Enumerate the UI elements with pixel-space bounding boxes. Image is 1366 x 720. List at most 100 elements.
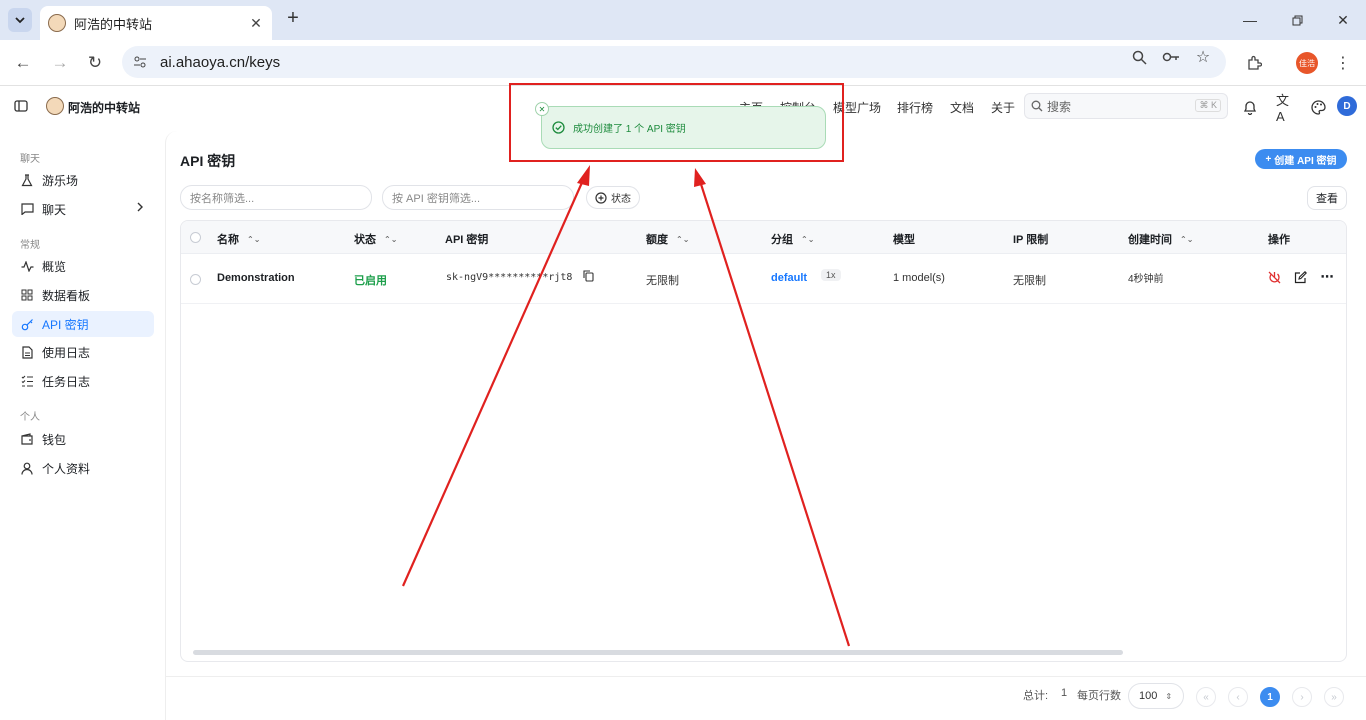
sidebar-toggle-icon[interactable] <box>14 99 30 115</box>
next-page-button[interactable]: › <box>1292 687 1312 707</box>
horizontal-scrollbar[interactable] <box>193 650 1123 655</box>
search-shortcut: ⌘ K <box>1195 99 1221 112</box>
page-size-select[interactable]: 100 ⇕ <box>1128 683 1184 709</box>
key-filter-input[interactable]: 按 API 密钥筛选... <box>382 185 574 210</box>
minimize-icon[interactable]: — <box>1240 10 1260 30</box>
sidebar-item-dashboard[interactable]: 数据看板 <box>12 282 154 308</box>
table-row[interactable]: Demonstration 已启用 sk-ngV9**********rjt8 … <box>181 254 1346 304</box>
col-name[interactable]: 名称 ⌃⌄ <box>217 231 260 247</box>
col-ip-limit-label: IP 限制 <box>1013 234 1049 246</box>
group-ratio-badge: 1x <box>821 269 841 281</box>
col-created[interactable]: 创建时间 ⌃⌄ <box>1128 231 1193 247</box>
sort-icon: ⌃⌄ <box>247 234 261 244</box>
status-filter-button[interactable]: 状态 <box>586 186 640 209</box>
browser-tab-active[interactable]: 阿浩的中转站 ✕ <box>40 6 272 40</box>
col-model: 模型 <box>893 231 915 247</box>
plus-icon: + <box>1265 153 1272 165</box>
nav-leaderboard[interactable]: 排行榜 <box>897 99 933 116</box>
nav-docs[interactable]: 文档 <box>950 99 974 116</box>
sidebar-item-label: 概览 <box>42 259 67 274</box>
col-api-key: API 密钥 <box>445 231 488 247</box>
forward-arrow-icon[interactable]: → <box>49 52 71 74</box>
create-api-key-button[interactable]: + 创建 API 密钥 <box>1255 149 1347 169</box>
sidebar-item-label: 数据看板 <box>42 288 91 303</box>
address-bar[interactable]: ai.ahaoya.cn/keys <box>122 46 1226 78</box>
name-filter-input[interactable]: 按名称筛选... <box>180 185 372 210</box>
key-icon <box>20 317 34 331</box>
grid-icon <box>20 288 34 302</box>
browser-menu-icon[interactable]: ⋮ <box>1332 52 1354 74</box>
sidebar-item-overview[interactable]: 概览 <box>12 253 154 279</box>
create-api-key-label: 创建 API 密钥 <box>1274 155 1337 167</box>
prev-page-button[interactable]: ‹ <box>1228 687 1248 707</box>
total-count: 1 <box>1061 687 1068 699</box>
created-time: 4秒钟前 <box>1128 274 1164 285</box>
password-key-icon[interactable] <box>1162 48 1180 66</box>
document-icon <box>20 345 34 359</box>
restore-icon[interactable] <box>1287 10 1307 30</box>
sidebar-item-api-keys[interactable]: API 密钥 <box>12 311 154 337</box>
select-all-checkbox[interactable] <box>190 232 201 243</box>
col-quota[interactable]: 额度 ⌃⌄ <box>646 231 689 247</box>
extensions-icon[interactable] <box>1243 52 1265 74</box>
edit-icon[interactable] <box>1293 270 1307 284</box>
profile-avatar[interactable]: 佳浩 <box>1296 52 1318 74</box>
palette-icon[interactable] <box>1309 98 1327 116</box>
sidebar-item-playground[interactable]: 游乐场 <box>12 167 154 193</box>
activity-icon <box>20 259 34 273</box>
zoom-icon[interactable] <box>1130 48 1148 66</box>
tab-list-button[interactable] <box>8 8 32 32</box>
name-filter-placeholder: 按名称筛选... <box>190 192 255 205</box>
new-tab-button[interactable]: + <box>282 8 304 30</box>
browser-toolbar: ← → ↻ ai.ahaoya.cn/keys ☆ ⋮ <box>0 40 1366 86</box>
flask-icon <box>20 173 34 187</box>
sidebar-item-task-logs[interactable]: 任务日志 <box>12 368 154 394</box>
col-created-label: 创建时间 <box>1128 234 1172 246</box>
brand-logo[interactable] <box>46 97 64 115</box>
view-button[interactable]: 查看 <box>1307 186 1347 210</box>
bookmark-star-icon[interactable]: ☆ <box>1194 48 1212 66</box>
tab-title: 阿浩的中转站 <box>74 16 153 32</box>
translate-icon[interactable]: 文A <box>1276 93 1294 124</box>
bell-icon[interactable] <box>1241 98 1259 116</box>
col-actions: 操作 <box>1268 231 1290 247</box>
disable-icon[interactable] <box>1267 270 1281 284</box>
ip-limit-value: 无限制 <box>1013 275 1046 287</box>
col-status-label: 状态 <box>354 234 376 246</box>
search-input[interactable]: 搜索 ⌘ K <box>1024 93 1228 119</box>
last-page-button[interactable]: » <box>1324 687 1344 707</box>
col-status[interactable]: 状态 ⌃⌄ <box>354 231 397 247</box>
sidebar-item-wallet[interactable]: 钱包 <box>12 426 154 452</box>
copy-icon[interactable] <box>583 270 594 285</box>
sort-icon: ⌃⌄ <box>801 234 815 244</box>
api-keys-table: 名称 ⌃⌄ 状态 ⌃⌄ API 密钥 额度 ⌃⌄ 分组 ⌃⌄ 模型 IP 限制 创建时间… <box>180 220 1347 662</box>
rows-per-page-label: 每页行数 <box>1077 690 1121 702</box>
model-count[interactable]: 1 model(s) <box>893 272 945 284</box>
window-close-icon[interactable]: ✕ <box>1333 10 1353 30</box>
first-page-button[interactable]: « <box>1196 687 1216 707</box>
search-icon <box>1031 100 1043 112</box>
sidebar-item-chat[interactable]: 聊天 <box>12 196 154 222</box>
chevron-right-icon <box>136 201 144 216</box>
close-icon[interactable]: ✕ <box>248 15 264 31</box>
row-checkbox[interactable] <box>190 274 201 285</box>
search-placeholder: 搜索 <box>1047 99 1072 114</box>
col-group[interactable]: 分组 ⌃⌄ <box>771 231 814 247</box>
sidebar-item-profile[interactable]: 个人资料 <box>12 455 154 481</box>
group-link[interactable]: default <box>771 272 807 284</box>
col-model-label: 模型 <box>893 234 915 246</box>
table-header: 名称 ⌃⌄ 状态 ⌃⌄ API 密钥 额度 ⌃⌄ 分组 ⌃⌄ 模型 IP 限制 创建时间… <box>181 221 1346 254</box>
page-button-current[interactable]: 1 <box>1260 687 1280 707</box>
nav-about[interactable]: 关于 <box>991 99 1015 116</box>
user-avatar[interactable]: D <box>1337 96 1357 116</box>
sidebar-item-usage-logs[interactable]: 使用日志 <box>12 339 154 365</box>
brand-name[interactable]: 阿浩的中转站 <box>68 99 140 116</box>
url-text: ai.ahaoya.cn/keys <box>160 53 281 71</box>
reload-icon[interactable]: ↻ <box>84 52 106 74</box>
col-name-label: 名称 <box>217 234 239 246</box>
col-api-key-label: API 密钥 <box>445 234 489 246</box>
back-arrow-icon[interactable]: ← <box>12 52 34 74</box>
site-settings-icon[interactable] <box>132 54 148 70</box>
more-icon[interactable]: ⋯ <box>1320 269 1334 284</box>
main-panel: API 密钥 + 创建 API 密钥 按名称筛选... 按 API 密钥筛选..… <box>165 131 1366 720</box>
